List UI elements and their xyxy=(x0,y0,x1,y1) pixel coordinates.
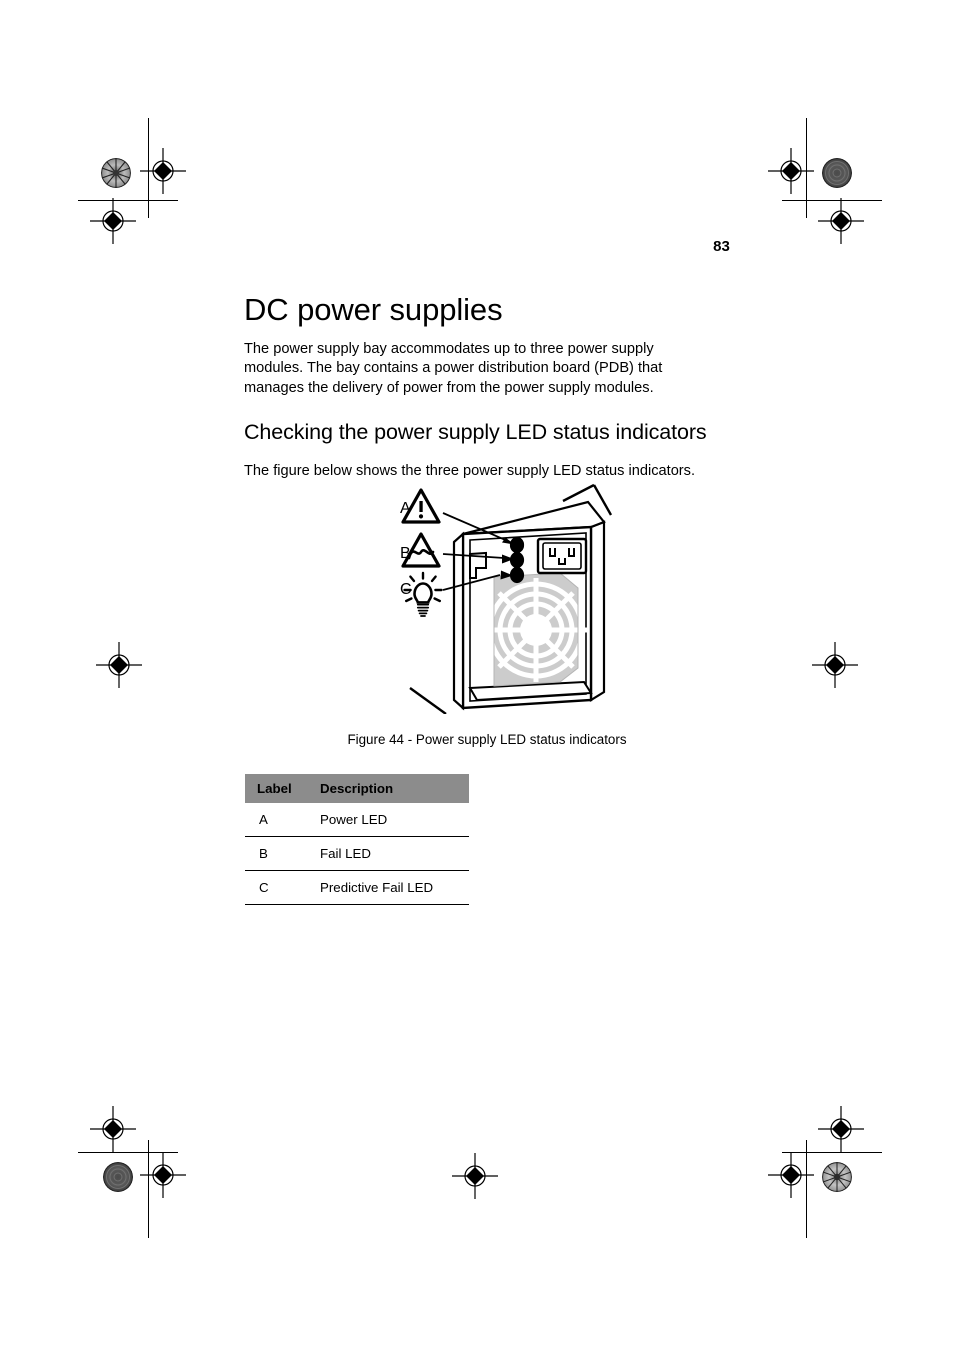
power-supply-led-figure: A B C xyxy=(398,482,623,714)
table-cell-description: Fail LED xyxy=(311,836,469,871)
section-subtitle: Checking the power supply LED status ind… xyxy=(244,419,707,444)
table-cell-label: C xyxy=(245,870,311,905)
table-cell-label: A xyxy=(245,803,311,837)
psu-side-panel xyxy=(589,520,606,702)
figure-guide-line-bottom xyxy=(409,687,447,714)
intro-paragraph: The power supply bay accommodates up to … xyxy=(244,340,663,396)
halftone-target-top-right xyxy=(822,158,852,188)
halftone-target-bottom-left xyxy=(103,1162,133,1192)
registration-mark-top-left-outer xyxy=(90,198,136,244)
figure-lead-paragraph: The figure below shows the three power s… xyxy=(244,462,696,479)
figure-guide-line-top xyxy=(562,483,595,503)
registration-mark-top-left-inner xyxy=(140,148,186,194)
table-header-row: Label Description xyxy=(245,774,469,803)
table-cell-label: B xyxy=(245,836,311,871)
table-header-label: Label xyxy=(245,774,311,803)
registration-mark-top-right-inner xyxy=(768,148,814,194)
table-cell-description: Predictive Fail LED xyxy=(311,870,469,905)
table-row: B Fail LED xyxy=(245,836,469,871)
registration-mark-bottom-right-outer xyxy=(818,1106,864,1152)
fan-grille xyxy=(484,572,588,687)
halftone-star-target-bottom-right xyxy=(822,1162,852,1192)
table-cell-description: Power LED xyxy=(311,803,469,837)
figure-guide-line-top-b xyxy=(592,484,613,516)
figure-caption: Figure 44 - Power supply LED status indi… xyxy=(347,732,627,747)
led-status-table: Label Description A Power LED B Fail LED… xyxy=(245,774,469,905)
registration-mark-bottom-right-inner xyxy=(768,1152,814,1198)
registration-mark-top-right-outer xyxy=(818,198,864,244)
registration-mark-bottom-left-outer xyxy=(90,1106,136,1152)
table-row: A Power LED xyxy=(245,803,469,837)
halftone-star-target-top-left xyxy=(101,158,131,188)
table-header-description: Description xyxy=(311,774,469,803)
registration-mark-middle-right xyxy=(812,642,858,688)
table-row: C Predictive Fail LED xyxy=(245,870,469,905)
page-number: 83 xyxy=(713,238,730,255)
page-title: DC power supplies xyxy=(244,291,503,327)
registration-mark-middle-left xyxy=(96,642,142,688)
document-page: 83 DC power supplies The power supply ba… xyxy=(0,0,954,1351)
registration-mark-bottom-center xyxy=(452,1153,498,1199)
registration-mark-bottom-left-inner xyxy=(140,1152,186,1198)
psu-left-edge xyxy=(452,531,465,711)
power-socket xyxy=(536,537,588,575)
